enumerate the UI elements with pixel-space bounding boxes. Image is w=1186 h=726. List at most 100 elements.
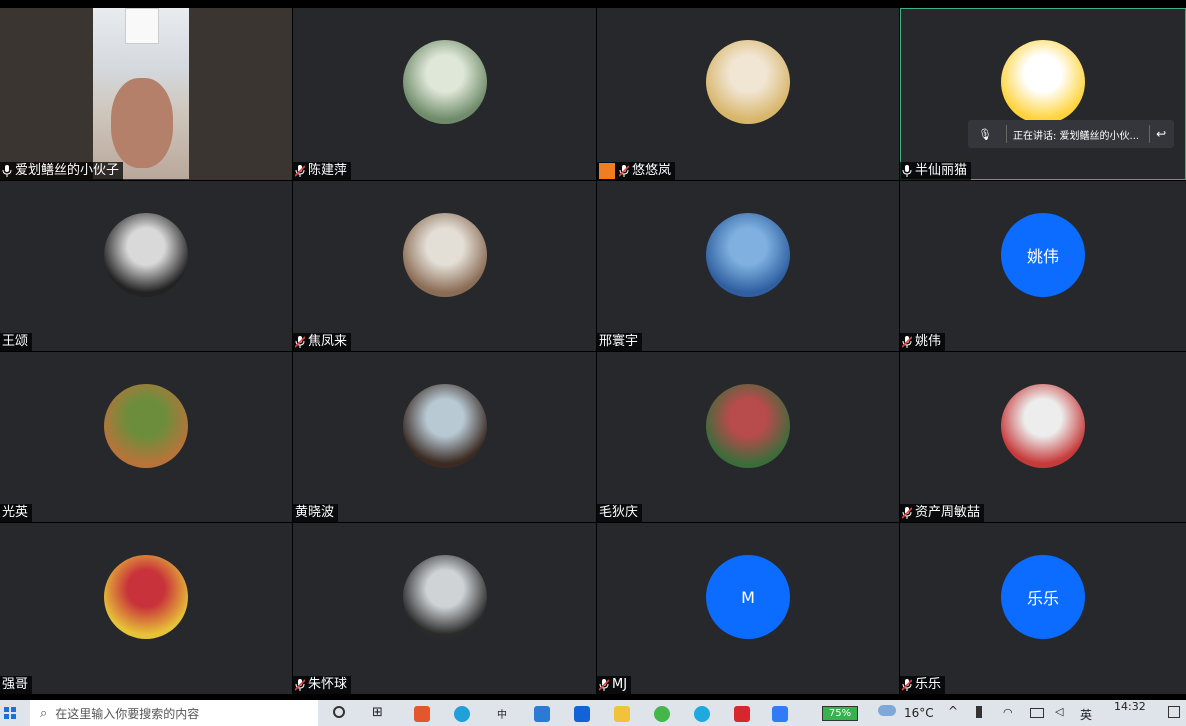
speaking-label: 正在讲话: 爱划鳝丝的小伙... — [1012, 130, 1140, 142]
participant-tile[interactable]: 毛狄庆 — [597, 352, 899, 522]
cortana-icon[interactable] — [333, 706, 345, 718]
participant-avatar — [706, 213, 790, 297]
participant-tile[interactable]: 焦凤来 — [293, 181, 596, 351]
pen-icon[interactable] — [976, 706, 982, 718]
taskbar-search[interactable]: ⌕ 在这里输入你要搜索的内容 — [30, 700, 318, 726]
folder-icon[interactable] — [614, 706, 630, 722]
notification-icon[interactable] — [1168, 706, 1180, 718]
ie-icon[interactable] — [694, 706, 710, 722]
app-l-icon[interactable] — [574, 706, 590, 722]
mic-muted-icon — [902, 336, 912, 348]
participant-name: 乐乐 — [915, 677, 942, 692]
weather-icon[interactable] — [878, 705, 896, 716]
participant-tile[interactable]: 资产周敏喆 — [900, 352, 1186, 522]
participant-tile[interactable]: 朱怀球 — [293, 523, 596, 694]
mic-muted-icon — [295, 679, 305, 691]
taskbar: ⌕ 在这里输入你要搜索的内容 ⊞ 中 75% 16°C ^ ◠ ◁ 英 14:3… — [0, 700, 1186, 726]
participant-avatar — [402, 555, 487, 639]
participant-name-bar: 朱怀球 — [293, 676, 352, 694]
participant-name: MJ — [612, 677, 628, 692]
chevron-up-icon[interactable]: ^ — [948, 704, 958, 718]
mic-muted-icon — [599, 679, 609, 691]
start-icon[interactable] — [4, 707, 16, 719]
participant-name: 光英 — [2, 505, 29, 520]
browser-green-icon[interactable] — [654, 706, 670, 722]
participant-avatar — [402, 213, 487, 297]
edge-icon[interactable] — [454, 706, 470, 722]
participant-avatar: 乐乐 — [1001, 555, 1085, 639]
participant-name: 半仙丽猫 — [915, 163, 968, 178]
weather-temp[interactable]: 16°C — [904, 706, 934, 720]
mail-icon[interactable] — [534, 706, 550, 722]
participant-name: 悠悠岚 — [632, 163, 672, 178]
participant-name: 黄晓波 — [295, 505, 335, 520]
mic-icon — [2, 165, 12, 177]
participant-tile[interactable]: M MJ — [597, 523, 899, 694]
ime-icon[interactable]: 中 — [497, 706, 507, 721]
participant-name: 资产周敏喆 — [915, 505, 981, 520]
participant-name: 焦凤来 — [308, 334, 348, 349]
mic-icon — [902, 165, 912, 177]
volume-icon[interactable]: ◁ — [1055, 705, 1063, 718]
participant-avatar — [1001, 40, 1085, 124]
participant-name-bar: MJ — [597, 676, 632, 694]
participant-name-bar: 焦凤来 — [293, 333, 352, 351]
participant-tile[interactable]: 黄晓波 — [293, 352, 596, 522]
tencent-meeting-icon[interactable] — [772, 706, 788, 722]
participant-tile[interactable]: 光英 — [0, 352, 292, 522]
participant-avatar — [1001, 384, 1085, 468]
participant-avatar — [402, 40, 487, 124]
participant-name: 王颂 — [2, 334, 29, 349]
participant-name-bar: 资产周敏喆 — [900, 504, 985, 522]
participant-name: 强哥 — [2, 677, 29, 692]
battery-icon[interactable] — [1030, 708, 1044, 718]
participant-name-bar: 半仙丽猫 — [900, 162, 972, 180]
participant-tile[interactable]: 王颂 — [0, 181, 292, 351]
lang-indicator[interactable]: 英 — [1080, 706, 1092, 723]
participant-tile[interactable]: 邢寰宇 — [597, 181, 899, 351]
collapse-icon[interactable]: ↩ — [1156, 127, 1166, 141]
search-input[interactable]: 在这里输入你要搜索的内容 — [55, 705, 199, 722]
mic-muted-icon — [295, 165, 305, 177]
office-icon[interactable] — [414, 706, 430, 722]
wps-icon[interactable] — [734, 706, 750, 722]
participant-name-bar: 邢寰宇 — [597, 333, 643, 351]
mic-muted-icon — [902, 507, 912, 519]
participant-tile[interactable]: 悠悠岚 — [597, 8, 899, 180]
participant-name-bar: 乐乐 — [900, 676, 946, 694]
participant-name-bar: 强哥 — [0, 676, 33, 694]
participant-avatar — [104, 555, 188, 639]
participant-tile[interactable]: 姚伟 姚伟 — [900, 181, 1186, 351]
participant-name: 毛狄庆 — [599, 505, 639, 520]
participant-name: 朱怀球 — [308, 677, 348, 692]
participant-avatar — [706, 40, 790, 124]
participant-name-bar: 光英 — [0, 504, 33, 522]
participant-tile[interactable]: 乐乐 乐乐 — [900, 523, 1186, 694]
participant-name-bar: 悠悠岚 — [597, 162, 676, 180]
participant-tile[interactable]: 强哥 — [0, 523, 292, 694]
participant-name-bar: 王颂 — [0, 333, 33, 351]
participant-avatar — [706, 384, 790, 468]
participant-name-bar: 陈建萍 — [293, 162, 352, 180]
participant-avatar: M — [706, 555, 790, 639]
participant-tile[interactable]: 半仙丽猫 🎙 正在讲话: 爱划鳝丝的小伙... ↩ — [900, 8, 1186, 180]
wifi-icon[interactable]: ◠ — [1003, 706, 1013, 719]
participant-name-bar: 黄晓波 — [293, 504, 339, 522]
participant-avatar — [402, 384, 487, 468]
speaking-indicator: 🎙 正在讲话: 爱划鳝丝的小伙... ↩ — [968, 120, 1174, 148]
mic-muted-icon — [902, 679, 912, 691]
participant-tile[interactable]: 陈建萍 — [293, 8, 596, 180]
participant-name-bar: 爱划鳝丝的小伙子 — [0, 162, 124, 180]
camera-video — [93, 8, 189, 179]
task-view-icon[interactable]: ⊞ — [372, 705, 383, 720]
host-icon — [599, 163, 615, 179]
participant-avatar: 姚伟 — [1001, 213, 1085, 297]
mic-muted-icon — [295, 336, 305, 348]
battery-indicator[interactable]: 75% — [822, 706, 858, 721]
participant-name: 姚伟 — [915, 334, 942, 349]
participant-tile[interactable]: 爱划鳝丝的小伙子 — [0, 8, 292, 180]
mic-muted-icon — [619, 165, 629, 177]
participant-avatar — [104, 213, 188, 297]
clock[interactable]: 14:32 — [1114, 700, 1146, 713]
participant-avatar — [104, 384, 188, 468]
